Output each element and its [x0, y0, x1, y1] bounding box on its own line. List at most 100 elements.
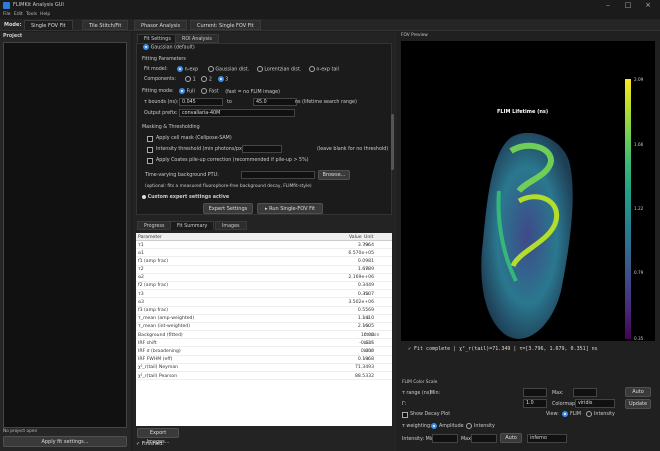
finished-status: ✓ Finished.	[136, 441, 164, 447]
tab-roi-analysis[interactable]: ROI Analysis	[175, 34, 219, 43]
param-cell: χ²_r(tail) Pearson	[138, 373, 178, 379]
view-flim-radio[interactable]	[562, 411, 568, 417]
tab-fit-settings[interactable]: Fit Settings	[137, 34, 178, 43]
fitting-mode-full-label: Full	[186, 89, 195, 95]
param-cell: f3 (amp frac)	[138, 308, 169, 313]
intensity-auto-button[interactable]: Auto	[500, 433, 522, 443]
tab-progress[interactable]: Progress	[137, 221, 172, 230]
coates-checkbox[interactable]	[147, 158, 153, 164]
table-row: χ²_r(tail) Pearson 88.5332	[136, 372, 392, 381]
tab-tile-stitch[interactable]: Tile Stitch/Fit	[82, 20, 129, 30]
flim-image-plot[interactable]: FLIM Lifetime (ns)	[401, 41, 655, 341]
intensity-max-input[interactable]	[471, 434, 497, 443]
intensity-threshold-input[interactable]	[242, 145, 282, 153]
expert-active-label: Custom expert settings active	[147, 195, 230, 200]
tau-note: (lifetime search range)	[302, 100, 357, 105]
param-cell: α2	[138, 275, 144, 281]
max-label: Max:	[552, 391, 564, 396]
intensity-threshold-label: Intensity threshold (min photons/px):	[156, 147, 246, 152]
intensity-threshold-checkbox[interactable]	[147, 147, 153, 153]
output-prefix-input[interactable]: convallaria-40M	[179, 109, 295, 117]
tau-min-input[interactable]: 0.045	[179, 98, 223, 106]
fit-model-label: Fit model:	[144, 67, 168, 72]
param-cell: τ3	[138, 291, 144, 297]
cbar-tick: 0.79	[634, 270, 644, 275]
run-fit-button[interactable]: ▸ Run Single-FOV Fit	[257, 203, 323, 214]
fitting-mode-label: Fitting mode:	[142, 89, 174, 94]
weighting-amplitude-radio[interactable]	[431, 423, 437, 429]
tab-current[interactable]: Current: Single FOV Fit	[190, 20, 261, 30]
cell-mask-label: Apply cell mask (Cellpose-SAM)	[156, 136, 232, 141]
intensity-colormap-select[interactable]: inferno	[527, 434, 567, 443]
flim-image	[481, 132, 573, 339]
show-decay-checkbox[interactable]	[402, 412, 408, 418]
fitting-mode-full-radio[interactable]	[179, 88, 185, 94]
param-cell: Background (fitted)	[138, 332, 183, 338]
value-cell: 88.5332	[355, 373, 374, 379]
browse-button[interactable]: Browse...	[318, 170, 350, 180]
menu-help[interactable]: Help	[40, 12, 50, 17]
tab-single-fov[interactable]: Single FOV Fit	[24, 20, 73, 30]
expert-settings-button[interactable]: Expert Settings	[203, 203, 253, 214]
bullet-icon	[142, 194, 146, 199]
fit-model-nexp-radio[interactable]	[177, 66, 183, 72]
fit-status-line: ✓ Fit complete | χ²_r(tail)=71.349 | τ=[…	[408, 346, 598, 352]
project-list[interactable]	[3, 42, 127, 428]
view-intensity-radio[interactable]	[586, 411, 592, 417]
mode-label: Mode:	[4, 22, 22, 28]
tab-fit-summary[interactable]: Fit Summary	[170, 221, 215, 230]
update-button[interactable]: Update	[625, 399, 651, 409]
unit-cell: ns	[364, 291, 370, 297]
tab-images[interactable]: Images	[215, 221, 247, 230]
minimize-icon[interactable]: –	[598, 0, 618, 11]
menu-tools[interactable]: Tools	[26, 12, 37, 17]
plot-title: FLIM Lifetime (ns)	[497, 109, 549, 115]
components-2-radio[interactable]	[201, 76, 208, 82]
settings-scrollbar[interactable]	[391, 114, 394, 170]
fit-model-nexp-tail-label: n-exp tail	[316, 67, 339, 73]
auto-range-button[interactable]: Auto	[625, 387, 651, 397]
tab-phasor[interactable]: Phasor Analysis	[134, 20, 188, 30]
intensity-min-input[interactable]	[432, 434, 458, 443]
fit-model-nexp-label: n-exp	[184, 67, 199, 73]
fov-preview-label: FOV Preview	[401, 33, 428, 38]
fitting-mode-fast-radio[interactable]	[201, 88, 208, 94]
view-intensity-label: Intensity	[594, 412, 615, 417]
tau-max-input[interactable]: 45.0	[253, 98, 297, 106]
param-cell: τ_mean (amp-weighted)	[138, 316, 195, 322]
tau-max-range-input[interactable]	[573, 388, 597, 397]
fit-model-lorentzian-radio[interactable]	[256, 66, 263, 72]
components-3-radio[interactable]	[217, 76, 224, 82]
weighting-intensity-radio[interactable]	[466, 423, 472, 429]
maximize-icon[interactable]: □	[618, 0, 638, 11]
menu-edit[interactable]: Edit	[14, 12, 23, 17]
cell-mask-checkbox[interactable]	[147, 136, 153, 142]
fit-model-gaussian-radio[interactable]	[207, 66, 214, 72]
tau-bounds-label: τ bounds (ns):	[144, 100, 179, 105]
export-images-button[interactable]: Export Images...	[137, 428, 179, 445]
close-icon[interactable]: ×	[638, 0, 658, 11]
menu-file[interactable]: File	[3, 12, 11, 17]
components-1-label: 1	[192, 77, 196, 83]
tau-min-range-input[interactable]	[523, 388, 547, 397]
fit-summary-table: Parameter Value Unit τ1 3.7964 ns α1 6.570e+…	[136, 233, 392, 426]
bg-ptu-input[interactable]	[241, 171, 315, 179]
project-label: Project	[3, 34, 23, 39]
components-1-radio[interactable]	[185, 76, 191, 82]
gaussian-radio[interactable]	[143, 44, 149, 50]
bg-note: (optional: fits a measured fluorophore-f…	[145, 184, 312, 189]
colormap-select[interactable]: viridis	[575, 399, 615, 408]
gamma-input[interactable]: 1.0	[523, 399, 547, 408]
unit-cell: ns	[364, 324, 370, 330]
table-row: τ3 0.3507 ns	[136, 290, 392, 299]
gamma-label: Γ:	[402, 402, 407, 407]
table-row: τ2 1.6789 ns	[136, 266, 392, 274]
apply-fit-settings-button[interactable]: Apply fit settings...	[3, 436, 127, 447]
fit-settings-pane[interactable]: Gaussian (default) Fitting Parameters Fi…	[136, 43, 392, 215]
fit-model-nexp-tail-radio[interactable]	[308, 66, 315, 72]
table-row: α2 2.169e+06	[136, 274, 392, 282]
table-row: IRF σ (broadening) 0.000 bins	[136, 347, 392, 356]
value-cell: 0.3449	[357, 283, 374, 289]
colorbar	[625, 79, 631, 339]
value-cell: 3.502e+06	[348, 299, 374, 305]
